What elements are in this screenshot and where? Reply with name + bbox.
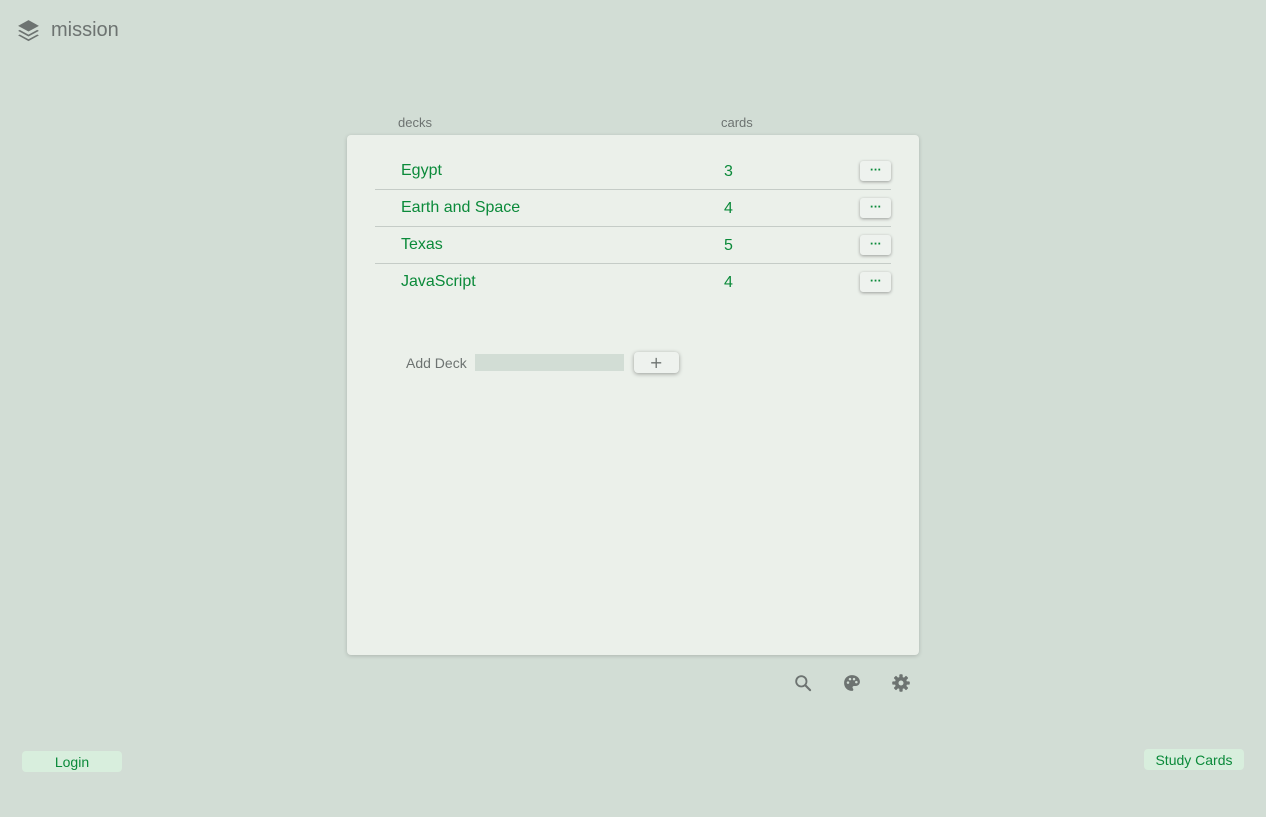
deck-name-link[interactable]: Texas xyxy=(401,236,443,254)
deck-row: Earth and Space 4 ··· xyxy=(375,190,891,227)
study-cards-button[interactable]: Study Cards xyxy=(1144,749,1244,770)
deck-options-button[interactable]: ··· xyxy=(860,161,891,181)
deck-name-link[interactable]: Earth and Space xyxy=(401,199,520,217)
deck-options-button[interactable]: ··· xyxy=(860,198,891,218)
layers-icon xyxy=(16,18,41,43)
deck-card-count: 4 xyxy=(724,200,733,217)
decks-panel: Egypt 3 ··· Earth and Space 4 ··· Texas … xyxy=(347,135,919,655)
cards-column-header: cards xyxy=(721,115,753,130)
deck-name-link[interactable]: JavaScript xyxy=(401,273,476,291)
add-deck-input[interactable] xyxy=(474,354,624,371)
deck-options-button[interactable]: ··· xyxy=(860,235,891,255)
gear-icon[interactable] xyxy=(891,673,911,693)
add-deck-form: Add Deck + xyxy=(406,352,679,373)
app-name: mission xyxy=(51,19,119,41)
decks-column-header: decks xyxy=(398,115,432,130)
deck-row: Texas 5 ··· xyxy=(375,227,891,264)
deck-card-count: 4 xyxy=(724,274,733,291)
app-brand[interactable]: mission xyxy=(16,18,119,43)
deck-list: Egypt 3 ··· Earth and Space 4 ··· Texas … xyxy=(375,153,891,300)
deck-row: Egypt 3 ··· xyxy=(375,153,891,190)
deck-row: JavaScript 4 ··· xyxy=(375,264,891,300)
add-deck-button[interactable]: + xyxy=(633,352,679,373)
search-icon[interactable] xyxy=(793,673,813,693)
palette-icon[interactable] xyxy=(842,673,862,693)
deck-name-link[interactable]: Egypt xyxy=(401,162,442,180)
deck-options-button[interactable]: ··· xyxy=(860,272,891,292)
login-button[interactable]: Login xyxy=(22,751,122,772)
add-deck-label: Add Deck xyxy=(406,354,467,371)
deck-card-count: 3 xyxy=(724,163,733,180)
deck-card-count: 5 xyxy=(724,237,733,254)
